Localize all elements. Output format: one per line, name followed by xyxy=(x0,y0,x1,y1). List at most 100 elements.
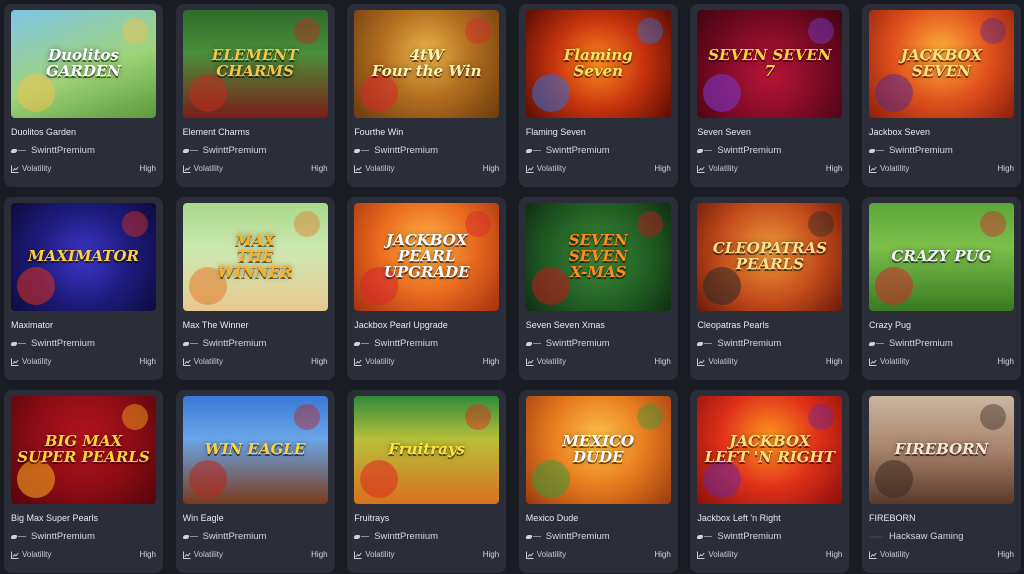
game-name[interactable]: Big Max Super Pearls xyxy=(11,513,156,525)
provider-row: SwinttPremium xyxy=(868,338,1014,349)
game-name[interactable]: Seven Seven xyxy=(697,127,842,139)
game-name[interactable]: Jackbox Left 'n Right xyxy=(697,513,842,525)
provider-logo-icon xyxy=(353,534,370,539)
game-thumbnail[interactable]: CRAZY PUG xyxy=(868,203,1014,311)
provider-name: SwinttPremium xyxy=(374,338,439,349)
game-thumbnail[interactable]: MAXIMATOR xyxy=(11,203,156,311)
game-card[interactable]: Duolitos GARDEN Duolitos Garden SwinttPr… xyxy=(4,4,163,187)
game-thumbnail[interactable]: 4tW Four the Win xyxy=(354,10,500,118)
game-thumbnail[interactable]: Duolitos GARDEN xyxy=(11,10,156,118)
provider-logo-icon xyxy=(181,148,199,153)
game-thumbnail[interactable]: ELEMENT CHARMS xyxy=(182,10,328,118)
game-name[interactable]: Cleopatras Pearls xyxy=(697,320,842,332)
volatility-chart-icon xyxy=(11,358,19,366)
volatility-row: Volatility High xyxy=(182,164,328,173)
game-name[interactable]: Flaming Seven xyxy=(526,127,671,139)
provider-logo-icon xyxy=(868,148,885,153)
game-logo-text: SEVEN SEVEN X-MAS xyxy=(568,231,628,281)
game-logo-text: SEVEN SEVEN 7 xyxy=(708,46,832,80)
game-card[interactable]: WIN EAGLE Win Eagle SwinttPremium Volati… xyxy=(175,390,335,573)
provider-logo-icon xyxy=(696,341,713,346)
game-card[interactable]: JACKBOX SEVEN Jackbox Seven SwinttPremiu… xyxy=(861,4,1021,187)
game-card[interactable]: JACKBOX PEARL UPGRADE Jackbox Pearl Upgr… xyxy=(347,197,507,380)
volatility-chart-icon xyxy=(182,551,191,559)
game-name[interactable]: Seven Seven Xmas xyxy=(526,320,671,332)
game-card[interactable]: SEVEN SEVEN 7 Seven Seven SwinttPremium … xyxy=(690,4,850,187)
game-thumbnail[interactable]: SEVEN SEVEN 7 xyxy=(697,10,843,118)
volatility-value: High xyxy=(482,164,500,173)
game-name[interactable]: Element Charms xyxy=(183,127,328,139)
volatility-label: Volatility xyxy=(365,164,395,173)
volatility-chart-icon xyxy=(697,358,705,366)
game-thumbnail[interactable]: JACKBOX SEVEN xyxy=(868,10,1014,118)
volatility-label: Volatility xyxy=(22,357,52,366)
game-name[interactable]: Duolitos Garden xyxy=(11,127,156,139)
provider-row: SwinttPremium xyxy=(696,531,842,542)
game-logo-text: JACKBOX PEARL UPGRADE xyxy=(383,231,470,281)
game-name[interactable]: FIREBORN xyxy=(869,513,1014,525)
game-card[interactable]: SEVEN SEVEN X-MAS Seven Seven Xmas Swint… xyxy=(518,197,678,380)
game-card[interactable]: MEXICO DUDE Mexico Dude SwinttPremium Vo… xyxy=(518,390,678,573)
provider-logo-icon xyxy=(353,341,370,346)
game-thumbnail[interactable]: SEVEN SEVEN X-MAS xyxy=(525,203,671,311)
game-name[interactable]: Mexico Dude xyxy=(526,513,671,525)
game-thumbnail[interactable]: MAX THE WINNER xyxy=(182,203,328,311)
game-card[interactable]: FIREBORN FIREBORN Hacksaw Gaming Volatil… xyxy=(861,390,1021,573)
game-thumbnail[interactable]: JACKBOX LEFT 'N RIGHT xyxy=(697,396,843,504)
volatility-row: Volatility High xyxy=(354,164,499,173)
game-card[interactable]: 4tW Four the Win Fourthe Win SwinttPremi… xyxy=(347,4,507,187)
game-card[interactable]: BIG MAX SUPER PEARLS Big Max Super Pearl… xyxy=(4,390,163,573)
thumbnail-decoration xyxy=(122,404,148,430)
game-logo-text: BIG MAX SUPER PEARLS xyxy=(17,432,150,466)
volatility-chart-icon xyxy=(697,165,705,173)
game-thumbnail[interactable]: Fruitrays xyxy=(354,396,500,504)
game-name[interactable]: Jackbox Pearl Upgrade xyxy=(354,320,499,332)
game-name[interactable]: Fourthe Win xyxy=(354,127,499,139)
game-name[interactable]: Win Eagle xyxy=(183,513,328,525)
volatility-label: Volatility xyxy=(22,164,52,173)
volatility-label: Volatility xyxy=(536,550,567,559)
thumbnail-decoration xyxy=(465,18,492,44)
game-thumbnail[interactable]: JACKBOX PEARL UPGRADE xyxy=(354,203,500,311)
game-thumbnail[interactable]: BIG MAX SUPER PEARLS xyxy=(11,396,156,504)
game-name[interactable]: Jackbox Seven xyxy=(869,127,1014,139)
game-name[interactable]: Maximator xyxy=(11,320,156,332)
provider-logo-icon xyxy=(868,341,885,346)
game-thumbnail[interactable]: CLEOPATRAS PEARLS xyxy=(697,203,843,311)
game-card[interactable]: ELEMENT CHARMS Element Charms SwinttPrem… xyxy=(175,4,335,187)
game-card[interactable]: MAX THE WINNER Max The Winner SwinttPrem… xyxy=(175,197,335,380)
game-name[interactable]: Crazy Pug xyxy=(869,320,1014,332)
volatility-label: Volatility xyxy=(536,164,567,173)
volatility-value: High xyxy=(311,550,328,559)
game-logo-text: Duolitos GARDEN xyxy=(45,46,122,80)
thumbnail-decoration xyxy=(293,18,320,44)
volatility-value: High xyxy=(139,357,156,366)
game-card[interactable]: JACKBOX LEFT 'N RIGHT Jackbox Left 'n Ri… xyxy=(690,390,850,573)
game-logo-text: 4tW Four the Win xyxy=(371,46,482,80)
game-thumbnail[interactable]: Flaming Seven xyxy=(525,10,671,118)
volatility-value: High xyxy=(825,550,843,559)
thumbnail-decoration xyxy=(636,18,663,44)
game-card[interactable]: CLEOPATRAS PEARLS Cleopatras Pearls Swin… xyxy=(690,197,850,380)
provider-name: SwinttPremium xyxy=(374,145,439,156)
volatility-value: High xyxy=(482,550,500,559)
game-card[interactable]: CRAZY PUG Crazy Pug SwinttPremium Volati… xyxy=(861,197,1021,380)
provider-row: SwinttPremium xyxy=(353,338,499,349)
game-thumbnail[interactable]: MEXICO DUDE xyxy=(525,396,671,504)
thumbnail-decoration xyxy=(979,18,1006,44)
volatility-chart-icon xyxy=(868,551,877,559)
volatility-value: High xyxy=(139,164,156,173)
volatility-value: High xyxy=(997,550,1014,559)
game-card[interactable]: Fruitrays Fruitrays SwinttPremium Volati… xyxy=(347,390,507,573)
game-thumbnail[interactable]: WIN EAGLE xyxy=(182,396,328,504)
game-card[interactable]: Flaming Seven Flaming Seven SwinttPremiu… xyxy=(518,4,678,187)
game-card[interactable]: MAXIMATOR Maximator SwinttPremium Volati… xyxy=(4,197,163,380)
game-thumbnail[interactable]: FIREBORN xyxy=(868,396,1014,504)
game-name[interactable]: Max The Winner xyxy=(183,320,328,332)
provider-row: Hacksaw Gaming xyxy=(868,531,1014,542)
game-name[interactable]: Fruitrays xyxy=(354,513,499,525)
volatility-value: High xyxy=(654,357,671,366)
provider-name: SwinttPremium xyxy=(717,145,782,156)
provider-row: SwinttPremium xyxy=(525,531,671,542)
provider-name: SwinttPremium xyxy=(374,531,439,542)
